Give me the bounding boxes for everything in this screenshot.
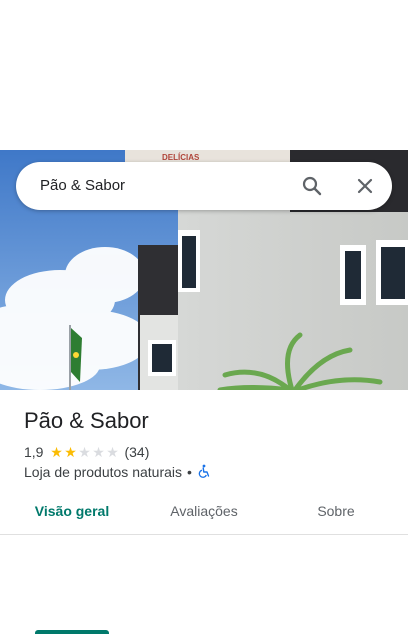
star-rating: ★ ★ ★ ★ ★ [49,445,119,459]
place-title: Pão & Sabor [24,408,149,433]
sign-text: DELÍCIAS [162,153,200,162]
place-category: Loja de produtos naturais [24,464,182,480]
tab-about[interactable]: Sobre [296,490,376,534]
star-icon: ★ [106,444,119,460]
search-input[interactable]: Pão & Sabor [40,162,125,210]
star-icon: ★ [64,444,77,460]
category-row: Loja de produtos naturais • [24,463,211,481]
star-icon: ★ [50,444,63,460]
tab-bar: Visão geral Avaliações Sobre [0,490,408,634]
close-icon[interactable] [353,174,377,198]
place-details-panel: Pão & Sabor 1,9 ★ ★ ★ ★ ★ (34) Loja de p… [0,390,408,634]
search-icon[interactable] [300,174,324,198]
rating-row[interactable]: 1,9 ★ ★ ★ ★ ★ (34) [24,443,149,461]
active-tab-indicator [35,630,109,634]
map-blank-area [0,0,408,150]
tab-reviews[interactable]: Avaliações [154,490,254,534]
search-bar[interactable]: Pão & Sabor [16,162,392,210]
rating-value: 1,9 [24,444,44,460]
separator: • [187,464,192,480]
wheelchair-icon[interactable] [197,464,211,481]
star-icon: ★ [92,444,105,460]
star-icon: ★ [78,444,91,460]
tab-overview[interactable]: Visão geral [24,490,120,534]
review-count[interactable]: (34) [124,444,149,460]
